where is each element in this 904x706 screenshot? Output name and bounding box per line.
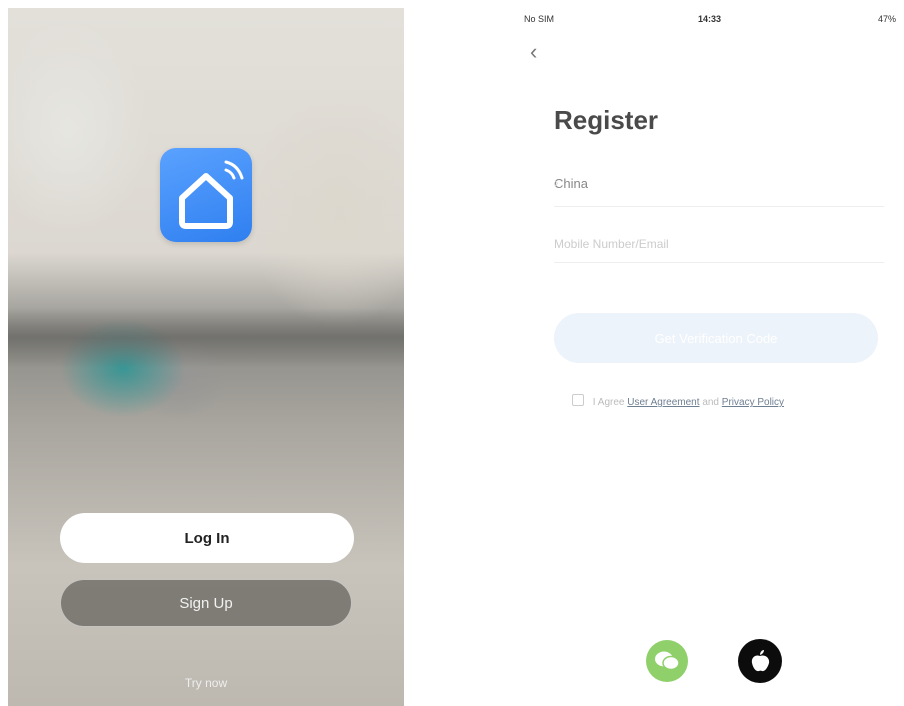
get-code-button[interactable]: Get Verification Code bbox=[554, 313, 878, 363]
background-photo bbox=[8, 308, 404, 368]
wechat-icon[interactable] bbox=[646, 640, 688, 682]
try-now-link[interactable]: Try now bbox=[8, 676, 404, 690]
register-screen: No SIM 14:33 47% ‹ Register China › Get … bbox=[516, 0, 904, 706]
battery-level: 47% bbox=[877, 14, 896, 24]
carrier-label: No SIM bbox=[524, 14, 555, 24]
clock: 14:33 bbox=[698, 14, 722, 24]
back-chevron-icon[interactable]: ‹ bbox=[530, 40, 550, 64]
agree-prefix: I Agree bbox=[592, 397, 625, 408]
status-bar: No SIM 14:33 47% bbox=[524, 14, 896, 28]
agree-and: and bbox=[702, 397, 719, 408]
phone-email-input[interactable] bbox=[554, 226, 884, 263]
signup-button[interactable]: Sign Up bbox=[60, 579, 352, 627]
welcome-screen: Log In Sign Up Try now bbox=[8, 8, 404, 706]
page-title: Register bbox=[554, 105, 659, 135]
agreement-row: I Agree User Agreement and Privacy Polic… bbox=[572, 394, 892, 410]
chevron-right-icon: › bbox=[554, 174, 559, 190]
apple-icon[interactable] bbox=[738, 639, 782, 683]
smart-home-wifi-icon bbox=[160, 148, 252, 242]
privacy-policy-link[interactable]: Privacy Policy bbox=[722, 397, 784, 408]
user-agreement-link[interactable]: User Agreement bbox=[627, 397, 699, 408]
login-button[interactable]: Log In bbox=[60, 513, 354, 563]
agree-checkbox[interactable] bbox=[572, 394, 584, 406]
country-selector[interactable]: China › bbox=[554, 168, 884, 207]
